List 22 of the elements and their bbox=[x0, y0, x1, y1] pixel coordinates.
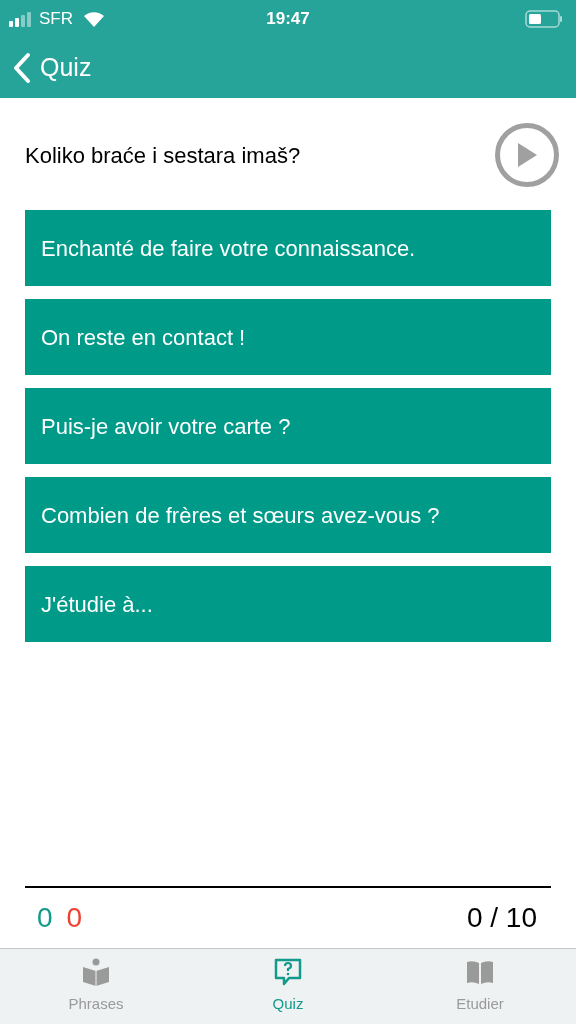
play-icon bbox=[516, 142, 538, 168]
answer-button[interactable]: Puis-je avoir votre carte ? bbox=[25, 388, 551, 464]
correct-count: 0 bbox=[37, 901, 53, 935]
wrong-count: 0 bbox=[66, 901, 83, 935]
question-text: Koliko braće i sestara imaš? bbox=[25, 141, 301, 170]
answer-button[interactable]: Enchanté de faire votre connaissance. bbox=[25, 210, 551, 286]
back-icon bbox=[12, 52, 32, 84]
reading-person-icon bbox=[81, 957, 111, 987]
carrier-name: SFR bbox=[39, 8, 73, 31]
battery-icon bbox=[525, 10, 563, 28]
wifi-icon bbox=[83, 11, 105, 27]
clock-time: 19:47 bbox=[266, 8, 310, 31]
tab-bar-item[interactable]: Phrases bbox=[0, 949, 192, 1024]
back-button[interactable]: Quiz bbox=[12, 49, 92, 87]
play-button[interactable] bbox=[495, 123, 559, 187]
answer-button[interactable]: Combien de frères et sœurs avez-vous ? bbox=[25, 477, 551, 553]
question-bubble-icon bbox=[273, 957, 303, 987]
tab-bar-item[interactable]: Quiz bbox=[192, 949, 384, 1024]
progress-count: 0 / 10 bbox=[466, 901, 537, 935]
answer-button[interactable]: On reste en contact ! bbox=[25, 299, 551, 375]
tab-bar-item[interactable]: Etudier bbox=[384, 949, 576, 1024]
answer-button[interactable]: J'étudie à... bbox=[25, 566, 551, 642]
